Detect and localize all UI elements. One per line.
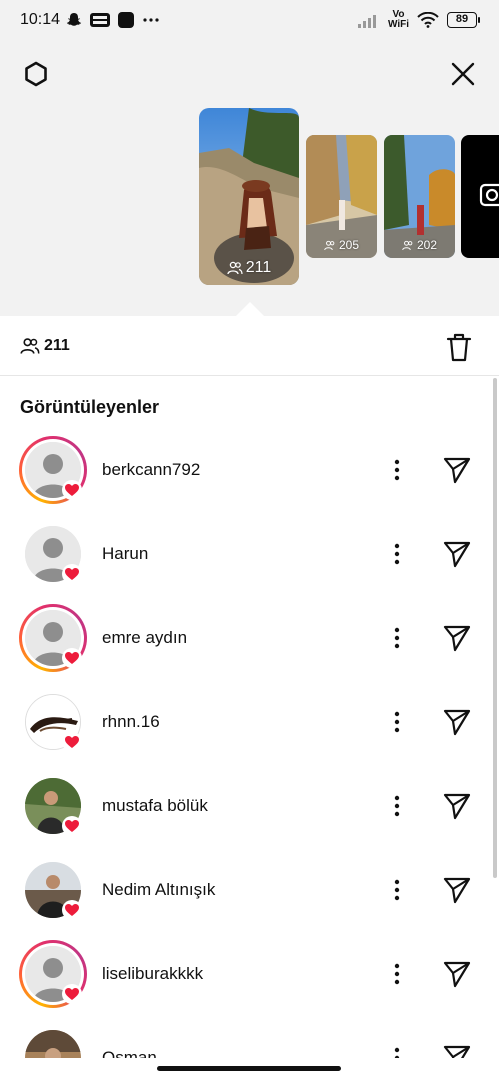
more-dots-icon [143, 18, 159, 22]
viewer-count: 211 [20, 337, 70, 355]
status-bar: 10:14 Vo WiFi 89 [0, 0, 499, 40]
story-view-count-label: 205 [338, 238, 360, 252]
viewer-row[interactable]: emre aydın [0, 596, 499, 680]
viewer-list: berkcann792 Harun emre aydın rhnn.16 mus… [0, 428, 499, 1058]
more-options-icon[interactable] [388, 960, 406, 988]
wifi-icon [417, 12, 439, 28]
viewer-username[interactable]: Nedim Altınışık [102, 880, 215, 900]
vowifi-indicator: Vo WiFi [388, 10, 409, 30]
send-message-icon[interactable] [442, 960, 472, 988]
heart-like-icon [62, 732, 82, 752]
viewers-icon [324, 240, 335, 250]
viewer-username[interactable]: mustafa bölük [102, 796, 208, 816]
viewer-row[interactable]: rhnn.16 [0, 680, 499, 764]
more-options-icon[interactable] [388, 792, 406, 820]
more-options-icon[interactable] [388, 456, 406, 484]
app-icon [118, 12, 134, 28]
send-message-icon[interactable] [442, 876, 472, 904]
story-view-count: 211 [199, 259, 299, 277]
status-time: 10:14 [20, 11, 61, 28]
viewer-username[interactable]: berkcann792 [102, 460, 200, 480]
avatar [25, 1030, 81, 1058]
trash-icon[interactable] [446, 332, 472, 362]
add-story-thumbnail[interactable] [461, 135, 499, 258]
snapchat-icon [66, 13, 82, 26]
heart-like-icon [62, 564, 82, 584]
viewer-username[interactable]: Osman [102, 1048, 157, 1058]
viewer-username[interactable]: Harun [102, 544, 148, 564]
story-thumbnail-selected[interactable]: 211 [199, 108, 299, 285]
avatar-container[interactable] [19, 1024, 87, 1058]
viewer-row[interactable]: liseliburakkkk [0, 932, 499, 1016]
temu-icon [90, 13, 110, 27]
more-options-icon[interactable] [388, 624, 406, 652]
more-options-icon[interactable] [388, 876, 406, 904]
viewer-row[interactable]: mustafa bölük [0, 764, 499, 848]
viewer-row[interactable]: Harun [0, 512, 499, 596]
more-options-icon[interactable] [388, 540, 406, 568]
send-message-icon[interactable] [442, 456, 472, 484]
more-options-icon[interactable] [388, 708, 406, 736]
viewers-section-title: Görüntüleyenler [20, 397, 160, 417]
story-view-count-label: 211 [245, 259, 272, 276]
viewer-count-label: 211 [44, 337, 70, 354]
close-icon[interactable] [449, 60, 477, 88]
heart-like-icon [62, 900, 82, 920]
viewer-username[interactable]: rhnn.16 [102, 712, 160, 732]
send-message-icon[interactable] [442, 792, 472, 820]
status-system-icons: Vo WiFi 89 [357, 10, 480, 30]
send-message-icon[interactable] [442, 624, 472, 652]
battery-indicator: 89 [447, 12, 480, 28]
send-message-icon[interactable] [442, 1044, 472, 1058]
story-view-count: 202 [384, 238, 455, 252]
heart-like-icon [62, 984, 82, 1004]
story-view-count-label: 202 [416, 238, 438, 252]
send-message-icon[interactable] [442, 540, 472, 568]
camera-icon [479, 183, 499, 207]
viewer-username[interactable]: emre aydın [102, 628, 187, 648]
story-view-count: 205 [306, 238, 377, 252]
viewer-username[interactable]: liseliburakkkk [102, 964, 203, 984]
heart-like-icon [62, 648, 82, 668]
home-indicator[interactable] [157, 1066, 341, 1071]
send-message-icon[interactable] [442, 708, 472, 736]
viewer-row[interactable]: berkcann792 [0, 428, 499, 512]
viewer-row[interactable]: Nedim Altınışık [0, 848, 499, 932]
vowifi-bottom-label: WiFi [387, 19, 409, 30]
status-notification-icons [66, 12, 160, 28]
viewers-icon [20, 338, 40, 354]
heart-like-icon [62, 480, 82, 500]
photo-avatar-image [25, 1030, 81, 1058]
more-options-icon[interactable] [388, 1044, 406, 1058]
signal-icon [357, 15, 376, 28]
story-summary-row: 211 [0, 316, 499, 376]
gear-icon[interactable] [22, 60, 50, 88]
story-thumbnail[interactable]: 202 [384, 135, 455, 258]
story-thumbnail[interactable]: 205 [306, 135, 377, 258]
viewer-row[interactable]: Osman [0, 1016, 499, 1058]
viewers-icon [227, 261, 243, 275]
heart-like-icon [62, 816, 82, 836]
selected-story-pointer [236, 302, 264, 316]
viewers-icon [402, 240, 413, 250]
